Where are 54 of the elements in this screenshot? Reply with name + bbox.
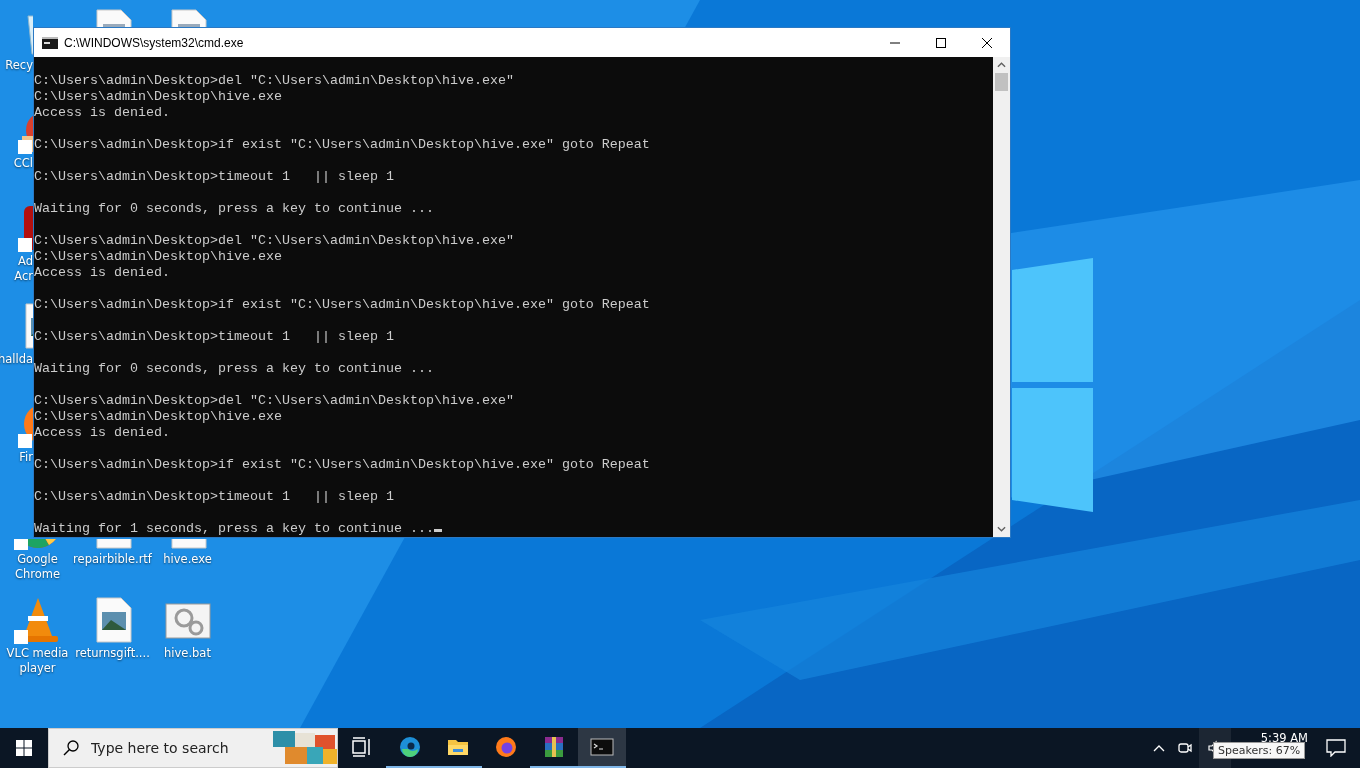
terminal-icon <box>590 735 614 759</box>
console-line: C:\Users\admin\Desktop>del "C:\Users\admin\Desktop\hive.exe" <box>34 73 515 89</box>
icon-label: Acr <box>14 269 33 284</box>
icon-label: player <box>19 661 56 676</box>
search-input[interactable]: Type here to search <box>89 739 273 757</box>
scroll-up-icon[interactable] <box>997 62 1006 68</box>
console-line: Access is denied. <box>34 425 171 441</box>
search-bar[interactable]: Type here to search <box>48 728 338 768</box>
icon-label: hive.bat <box>164 646 211 661</box>
console-line: C:\Users\admin\Desktop>timeout 1 || sleep 1 <box>34 489 395 505</box>
icon-label: Ad <box>18 254 33 269</box>
tooltip: Speakers: 67% <box>1213 742 1306 759</box>
console-line: C:\Users\admin\Desktop>timeout 1 || sleep 1 <box>34 169 395 185</box>
icon-label: hive.exe <box>163 552 212 567</box>
archive-icon <box>542 735 566 759</box>
icon-label: CCl <box>13 156 33 171</box>
console-line: C:\Users\admin\Desktop\hive.exe <box>34 249 283 265</box>
scroll-down-icon[interactable] <box>997 526 1006 532</box>
scroll-thumb[interactable] <box>995 73 1008 91</box>
console-line: Access is denied. <box>34 265 171 281</box>
console-line: Waiting for 0 seconds, press a key to continue ... <box>34 361 435 377</box>
camera-icon[interactable] <box>1176 740 1193 756</box>
console-line: C:\Users\admin\Desktop\hive.exe <box>34 409 283 425</box>
console-line: Waiting for 0 seconds, press a key to continue ... <box>34 201 435 217</box>
search-icon <box>63 740 79 756</box>
maximize-icon <box>936 37 946 48</box>
puzzle-icon <box>273 731 337 765</box>
console-line: Waiting for 1 seconds, press a key to continue ... <box>34 521 993 537</box>
console-line: C:\Users\admin\Desktop>if exist "C:\Users\admin\Desktop\hive.exe" goto Repeat <box>34 457 651 473</box>
terminal-icon <box>42 36 58 49</box>
icon-label: repairbible.rtf <box>73 552 152 567</box>
console-line: C:\Users\admin\Desktop>if exist "C:\Users\admin\Desktop\hive.exe" goto Repeat <box>34 297 651 313</box>
edge-icon <box>398 735 422 759</box>
icon-label: Fir <box>19 450 33 465</box>
console-line: Access is denied. <box>34 105 171 121</box>
icon-label: returnsgift.... <box>75 646 150 661</box>
close-icon <box>982 37 992 48</box>
icon-label: Google <box>17 552 58 567</box>
scrollbar[interactable] <box>993 57 1010 537</box>
cmd-taskbar-button[interactable] <box>578 728 626 768</box>
windows-logo-icon <box>16 740 32 756</box>
firefox-icon <box>494 735 518 759</box>
console-line: C:\Users\admin\Desktop>if exist "C:\Users\admin\Desktop\hive.exe" goto Repeat <box>34 137 651 153</box>
console-line: C:\Users\admin\Desktop>del "C:\Users\admin\Desktop\hive.exe" <box>34 233 515 249</box>
clock-time[interactable]: 5:39 AM <box>1260 731 1308 745</box>
console-line: C:\Users\admin\Desktop>del "C:\Users\admin\Desktop\hive.exe" <box>34 393 515 409</box>
console-line: C:\Users\admin\Desktop>timeout 1 || sleep 1 <box>34 329 395 345</box>
window-title: C:\WINDOWS\system32\cmd.exe <box>64 35 244 50</box>
icon-label: Recy <box>5 58 33 73</box>
icon-label: Chrome <box>14 567 61 582</box>
icon-label: VLC media <box>6 646 69 661</box>
notification-icon[interactable] <box>1326 739 1346 757</box>
chevron-up-icon[interactable] <box>1152 744 1165 752</box>
console-line: C:\Users\admin\Desktop\hive.exe <box>34 89 283 105</box>
